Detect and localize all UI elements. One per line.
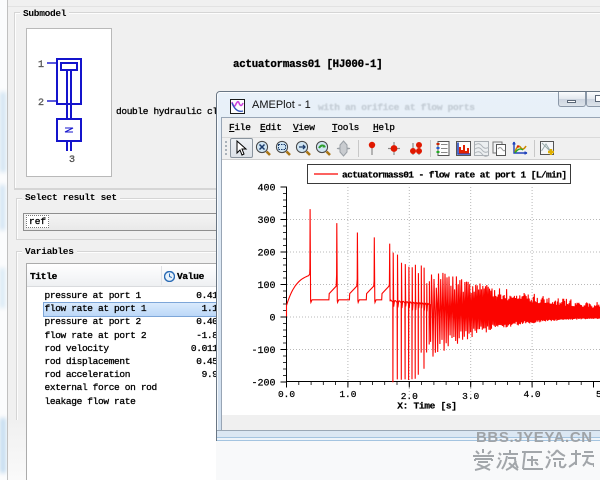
svg-text:3.0: 3.0 [462, 391, 479, 402]
svg-text:-100: -100 [251, 346, 275, 357]
svg-text:-200: -200 [251, 379, 275, 390]
svg-text:0: 0 [269, 314, 275, 325]
svg-text:1.0: 1.0 [339, 389, 356, 400]
svg-text:2: 2 [38, 98, 44, 109]
svg-text:actuatormass01 - flow rate at: actuatormass01 - flow rate at port 1 [L/… [342, 170, 566, 181]
svg-text:400: 400 [257, 184, 275, 195]
svg-text:4.0: 4.0 [524, 389, 541, 400]
svg-text:1: 1 [38, 60, 44, 71]
svg-text:300: 300 [257, 216, 275, 227]
svg-text:3: 3 [69, 155, 75, 166]
svg-text:0.0: 0.0 [278, 389, 295, 400]
svg-text:100: 100 [257, 281, 275, 292]
svg-text:5.: 5. [596, 389, 600, 400]
svg-text:X: Time [s]: X: Time [s] [397, 401, 456, 412]
svg-text:200: 200 [257, 249, 275, 260]
